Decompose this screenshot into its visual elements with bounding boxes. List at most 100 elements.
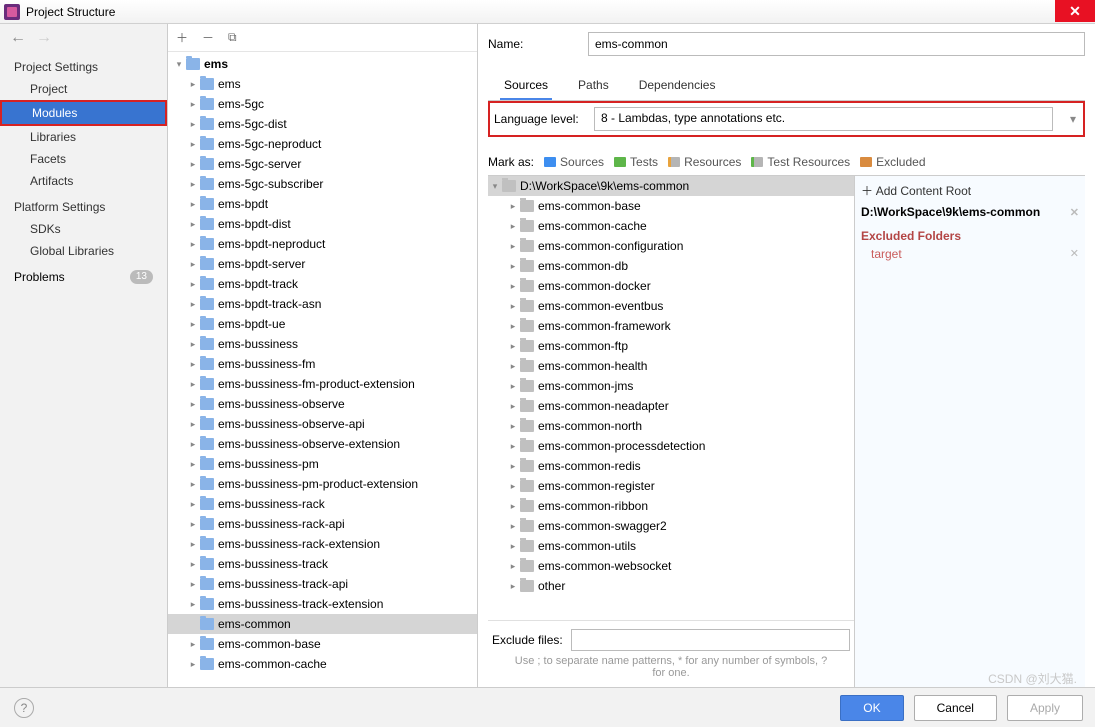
content-roots-panel: ＋ Add Content Root D:\WorkSpace\9k\ems-c… bbox=[855, 176, 1085, 687]
cancel-button[interactable]: Cancel bbox=[914, 695, 997, 721]
source-child-row[interactable]: ▸ems-common-processdetection bbox=[488, 436, 854, 456]
tree-item[interactable]: ▸ems-5gc-neproduct bbox=[168, 134, 477, 154]
tab-sources[interactable]: Sources bbox=[500, 72, 552, 100]
tree-item[interactable]: ▸ems-bpdt-ue bbox=[168, 314, 477, 334]
nav-problems[interactable]: Problems 13 bbox=[0, 262, 167, 292]
exclude-help: Use ; to separate name patterns, * for a… bbox=[488, 653, 854, 687]
source-child-row[interactable]: ▸ems-common-cache bbox=[488, 216, 854, 236]
nav-project[interactable]: Project bbox=[0, 78, 167, 100]
mark-excluded[interactable]: Excluded bbox=[860, 155, 925, 169]
copy-icon[interactable]: ⧉ bbox=[228, 30, 237, 45]
tree-item[interactable]: ▸ems bbox=[168, 74, 477, 94]
mark-resources[interactable]: Resources bbox=[668, 155, 741, 169]
mark-as-label: Mark as: bbox=[488, 155, 534, 169]
close-button[interactable]: ✕ bbox=[1055, 0, 1095, 22]
apply-button[interactable]: Apply bbox=[1007, 695, 1083, 721]
left-nav: ← → Project Settings Project Modules Lib… bbox=[0, 24, 168, 687]
source-child-row[interactable]: ▸ems-common-health bbox=[488, 356, 854, 376]
excluded-folder-item[interactable]: target ✕ bbox=[861, 245, 1079, 263]
tree-item[interactable]: ▸ems-bussiness-pm-product-extension bbox=[168, 474, 477, 494]
ok-button[interactable]: OK bbox=[840, 695, 903, 721]
problems-badge: 13 bbox=[130, 270, 153, 284]
tree-item[interactable]: ▸ems-bussiness-observe bbox=[168, 394, 477, 414]
language-level-select[interactable]: 8 - Lambdas, type annotations etc. bbox=[594, 107, 1053, 131]
tree-item[interactable]: ▸ems-5gc-dist bbox=[168, 114, 477, 134]
tree-item[interactable]: ▸ems-bussiness-pm bbox=[168, 454, 477, 474]
tree-item[interactable]: ▸ems-bussiness bbox=[168, 334, 477, 354]
mark-sources[interactable]: Sources bbox=[544, 155, 604, 169]
forward-icon[interactable]: → bbox=[36, 29, 52, 47]
tree-item[interactable]: ▸ems-bpdt-neproduct bbox=[168, 234, 477, 254]
source-child-row[interactable]: ▸ems-common-register bbox=[488, 476, 854, 496]
tree-item[interactable]: ▸ems-common-base bbox=[168, 634, 477, 654]
add-content-root[interactable]: ＋ Add Content Root bbox=[861, 180, 1079, 201]
source-child-row[interactable]: ▸ems-common-redis bbox=[488, 456, 854, 476]
tree-item[interactable]: ▸ems-bpdt-dist bbox=[168, 214, 477, 234]
tree-item[interactable]: ▸ems-bpdt bbox=[168, 194, 477, 214]
nav-libraries[interactable]: Libraries bbox=[0, 126, 167, 148]
remove-icon[interactable]: － bbox=[202, 29, 214, 46]
source-child-row[interactable]: ▸other bbox=[488, 576, 854, 596]
source-child-row[interactable]: ▸ems-common-db bbox=[488, 256, 854, 276]
nav-sdks[interactable]: SDKs bbox=[0, 218, 167, 240]
tree-item[interactable]: ▸ems-bussiness-observe-extension bbox=[168, 434, 477, 454]
tree-item[interactable]: ▸ems-5gc bbox=[168, 94, 477, 114]
source-child-row[interactable]: ▸ems-common-swagger2 bbox=[488, 516, 854, 536]
tree-item[interactable]: ▸ems-5gc-server bbox=[168, 154, 477, 174]
tree-item[interactable]: ▸ems-common-cache bbox=[168, 654, 477, 674]
tree-item[interactable]: ▸ems-5gc-subscriber bbox=[168, 174, 477, 194]
tree-root[interactable]: ▾ems bbox=[168, 54, 477, 74]
nav-modules[interactable]: Modules bbox=[2, 102, 165, 124]
tree-item[interactable]: ▸ems-bussiness-rack bbox=[168, 494, 477, 514]
help-icon[interactable]: ? bbox=[14, 698, 34, 718]
tree-item[interactable]: ▸ems-bussiness-track bbox=[168, 554, 477, 574]
tree-item[interactable]: ems-common bbox=[168, 614, 477, 634]
tree-item[interactable]: ▸ems-bussiness-rack-extension bbox=[168, 534, 477, 554]
source-child-row[interactable]: ▸ems-common-base bbox=[488, 196, 854, 216]
mark-tests[interactable]: Tests bbox=[614, 155, 658, 169]
remove-excluded-icon[interactable]: ✕ bbox=[1070, 247, 1079, 261]
source-child-row[interactable]: ▸ems-common-north bbox=[488, 416, 854, 436]
source-child-row[interactable]: ▸ems-common-configuration bbox=[488, 236, 854, 256]
language-level-label: Language level: bbox=[494, 112, 584, 126]
tree-item[interactable]: ▸ems-bpdt-track-asn bbox=[168, 294, 477, 314]
source-child-row[interactable]: ▸ems-common-jms bbox=[488, 376, 854, 396]
remove-content-root-icon[interactable]: ✕ bbox=[1070, 206, 1079, 219]
excluded-folders-title: Excluded Folders bbox=[861, 223, 1079, 245]
exclude-input[interactable] bbox=[571, 629, 850, 651]
tree-item[interactable]: ▸ems-bussiness-fm bbox=[168, 354, 477, 374]
source-child-row[interactable]: ▸ems-common-framework bbox=[488, 316, 854, 336]
add-icon[interactable]: ＋ bbox=[176, 29, 188, 46]
modules-panel: ＋ － ⧉ ▾ems▸ems▸ems-5gc▸ems-5gc-dist▸ems-… bbox=[168, 24, 478, 687]
module-details: Name: Sources Paths Dependencies Languag… bbox=[478, 24, 1095, 687]
tree-item[interactable]: ▸ems-bussiness-track-api bbox=[168, 574, 477, 594]
source-root-row[interactable]: ▾D:\WorkSpace\9k\ems-common bbox=[488, 176, 854, 196]
tree-item[interactable]: ▸ems-bussiness-fm-product-extension bbox=[168, 374, 477, 394]
modules-tree[interactable]: ▾ems▸ems▸ems-5gc▸ems-5gc-dist▸ems-5gc-ne… bbox=[168, 52, 477, 687]
source-child-row[interactable]: ▸ems-common-docker bbox=[488, 276, 854, 296]
back-icon[interactable]: ← bbox=[10, 29, 26, 47]
source-child-row[interactable]: ▸ems-common-utils bbox=[488, 536, 854, 556]
source-child-row[interactable]: ▸ems-common-ribbon bbox=[488, 496, 854, 516]
nav-global-libraries[interactable]: Global Libraries bbox=[0, 240, 167, 262]
tree-item[interactable]: ▸ems-bussiness-track-extension bbox=[168, 594, 477, 614]
tree-item[interactable]: ▸ems-bpdt-track bbox=[168, 274, 477, 294]
mark-test-resources[interactable]: Test Resources bbox=[751, 155, 850, 169]
chevron-down-icon[interactable]: ▾ bbox=[1063, 112, 1083, 126]
source-child-row[interactable]: ▸ems-common-websocket bbox=[488, 556, 854, 576]
source-child-row[interactable]: ▸ems-common-neadapter bbox=[488, 396, 854, 416]
nav-facets[interactable]: Facets bbox=[0, 148, 167, 170]
nav-artifacts[interactable]: Artifacts bbox=[0, 170, 167, 192]
content-root-path[interactable]: D:\WorkSpace\9k\ems-common ✕ bbox=[861, 201, 1079, 223]
tree-item[interactable]: ▸ems-bpdt-server bbox=[168, 254, 477, 274]
tree-item[interactable]: ▸ems-bussiness-rack-api bbox=[168, 514, 477, 534]
language-level-highlight: Language level: 8 - Lambdas, type annota… bbox=[488, 101, 1085, 137]
tab-dependencies[interactable]: Dependencies bbox=[635, 72, 720, 100]
source-child-row[interactable]: ▸ems-common-ftp bbox=[488, 336, 854, 356]
tab-paths[interactable]: Paths bbox=[574, 72, 613, 100]
tree-item[interactable]: ▸ems-bussiness-observe-api bbox=[168, 414, 477, 434]
section-platform-settings: Platform Settings bbox=[0, 192, 167, 218]
name-input[interactable] bbox=[588, 32, 1085, 56]
source-tree[interactable]: ▾D:\WorkSpace\9k\ems-common▸ems-common-b… bbox=[488, 176, 854, 620]
source-child-row[interactable]: ▸ems-common-eventbus bbox=[488, 296, 854, 316]
